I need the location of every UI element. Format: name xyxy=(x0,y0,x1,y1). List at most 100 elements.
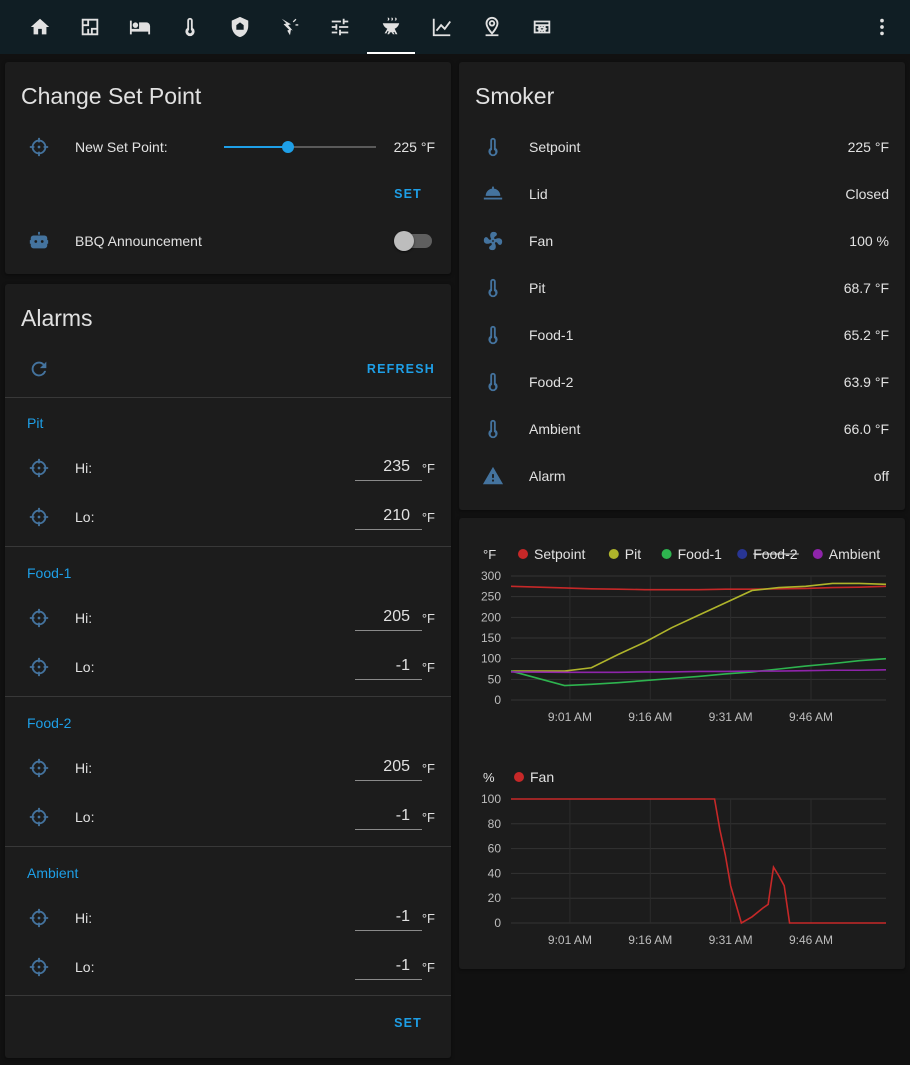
smoker-row-value: 68.7 °F xyxy=(843,280,889,296)
divider xyxy=(5,995,451,996)
refresh-icon xyxy=(27,357,51,381)
tab-tune[interactable] xyxy=(316,0,364,54)
alarm-hi-label: Hi: xyxy=(75,460,93,476)
y-tick-label: 40 xyxy=(488,866,502,880)
smoker-row-lid[interactable]: Lid Closed xyxy=(459,174,905,214)
legend-swatch-ambient xyxy=(812,549,823,559)
tab-power[interactable] xyxy=(266,0,314,54)
chart-icon xyxy=(432,18,451,37)
thermometer-icon xyxy=(481,417,505,441)
alarm-unit-label: °F xyxy=(421,810,435,825)
smoker-row-food-1[interactable]: Food-1 65.2 °F xyxy=(459,315,905,355)
smoker-row-value: Closed xyxy=(845,186,889,202)
smoker-row-food-2[interactable]: Food-2 63.9 °F xyxy=(459,362,905,402)
y-tick-label: 0 xyxy=(494,693,501,707)
smoker-row-label: Ambient xyxy=(529,421,581,437)
thermometer-icon xyxy=(481,276,505,300)
y-tick-label: 0 xyxy=(494,916,501,930)
new-set-point-row: New Set Point: 225 °F xyxy=(5,127,451,167)
tab-home[interactable] xyxy=(16,0,64,54)
smoker-row-ambient[interactable]: Ambient 66.0 °F xyxy=(459,409,905,449)
smoker-row-label: Setpoint xyxy=(529,139,581,155)
smoker-row-value: 225 °F xyxy=(847,139,889,155)
alarm-pit-hi-input[interactable]: 235 xyxy=(355,455,422,481)
temperature-chart: °F Setpoint Pit Food-1 Food-2 Ambient05010015… xyxy=(481,546,887,724)
smoker-row-value: 65.2 °F xyxy=(843,327,889,343)
refresh-row: REFRESH xyxy=(5,349,451,389)
alarm-unit-label: °F xyxy=(421,911,435,926)
alarm-lo-label: Lo: xyxy=(75,509,95,525)
alarm-group-title-food-1: Food-1 xyxy=(27,565,72,581)
smoker-row-label: Food-2 xyxy=(529,374,574,390)
smoker-row-label: Lid xyxy=(529,186,548,202)
alarm-hi-label: Hi: xyxy=(75,910,93,926)
smoker-row-pit[interactable]: Pit 68.7 °F xyxy=(459,268,905,308)
alarm-food-2-lo-input[interactable]: -1 xyxy=(355,804,422,830)
x-tick-label: 9:16 AM xyxy=(628,933,672,947)
alarm-food-1-hi-input[interactable]: 205 xyxy=(355,605,422,631)
y-tick-label: 20 xyxy=(488,891,502,905)
alarm-group-title-food-2: Food-2 xyxy=(27,715,72,731)
alarms-set-button[interactable]: SET xyxy=(394,1016,422,1030)
x-tick-label: 9:01 AM xyxy=(548,710,592,724)
smoker-row-alarm[interactable]: Alarm off xyxy=(459,456,905,496)
thermometer-icon xyxy=(481,323,505,347)
tab-grill[interactable] xyxy=(367,0,415,54)
smoker-row-label: Pit xyxy=(529,280,546,296)
alarm-unit-label: °F xyxy=(421,510,435,525)
map-marker-icon xyxy=(485,16,499,37)
new-set-point-label: New Set Point: xyxy=(75,139,168,155)
tab-bedroom[interactable] xyxy=(116,0,164,54)
bbq-announcement-toggle-knob[interactable] xyxy=(394,231,414,251)
series-line-setpoint xyxy=(510,585,887,591)
tab-history[interactable] xyxy=(418,0,466,54)
lid-icon xyxy=(481,182,505,206)
smoker-row-setpoint[interactable]: Setpoint 225 °F xyxy=(459,127,905,167)
alarm-ambient-hi-input[interactable]: -1 xyxy=(355,905,422,931)
divider xyxy=(5,397,451,398)
crosshairs-icon xyxy=(27,655,51,679)
y-tick-label: 80 xyxy=(488,817,502,831)
set-point-slider-fill xyxy=(224,146,288,148)
tab-vacuum[interactable] xyxy=(518,0,566,54)
change-set-point-card: Change Set Point New Set Point: 225 °F S… xyxy=(5,62,451,274)
divider xyxy=(5,546,451,547)
new-set-point-value: 225 °F xyxy=(393,139,435,155)
legend-label-food-1: Food-1 xyxy=(678,546,723,562)
alarm-lo-label: Lo: xyxy=(75,809,95,825)
tab-climate[interactable] xyxy=(166,0,214,54)
thermometer-icon xyxy=(185,17,195,37)
smoker-row-value: 100 % xyxy=(849,233,889,249)
overflow-menu-button[interactable] xyxy=(870,0,894,54)
crosshairs-icon xyxy=(27,505,51,529)
grill-icon xyxy=(382,17,400,35)
y-tick-label: 100 xyxy=(481,652,501,666)
legend-label-pit: Pit xyxy=(625,546,641,562)
tab-floorplan[interactable] xyxy=(66,0,114,54)
x-tick-label: 9:31 AM xyxy=(709,933,753,947)
bbq-announcement-row: BBQ Announcement xyxy=(5,221,451,261)
refresh-button[interactable]: REFRESH xyxy=(367,362,435,376)
alarm-food-2-hi-input[interactable]: 205 xyxy=(355,755,422,781)
bbq-announcement-label: BBQ Announcement xyxy=(75,233,202,249)
card-title: Alarms xyxy=(21,305,93,331)
crosshairs-icon xyxy=(27,805,51,829)
set-point-set-button[interactable]: SET xyxy=(394,187,422,201)
alarms-card: Alarms REFRESH Pit Hi: 235 °F Lo: 210 °F… xyxy=(5,284,451,1058)
set-point-slider-handle[interactable] xyxy=(281,141,294,153)
smoker-row-fan[interactable]: Fan 100 % xyxy=(459,221,905,261)
bed-icon xyxy=(129,20,151,35)
alarm-pit-lo-input[interactable]: 210 xyxy=(355,504,422,530)
crosshairs-icon xyxy=(27,756,51,780)
alarm-food-1-lo-input[interactable]: -1 xyxy=(355,654,422,680)
tab-map[interactable] xyxy=(468,0,516,54)
crosshairs-icon xyxy=(27,606,51,630)
y-tick-label: 60 xyxy=(488,842,502,856)
dots-vertical-icon xyxy=(880,18,884,36)
y-axis-unit-label: °F xyxy=(483,547,496,562)
legend-swatch-food-1 xyxy=(661,549,672,559)
alarm-lo-label: Lo: xyxy=(75,959,95,975)
tab-security[interactable] xyxy=(216,0,264,54)
thermometer-icon xyxy=(481,370,505,394)
alarm-ambient-lo-input[interactable]: -1 xyxy=(355,954,422,980)
